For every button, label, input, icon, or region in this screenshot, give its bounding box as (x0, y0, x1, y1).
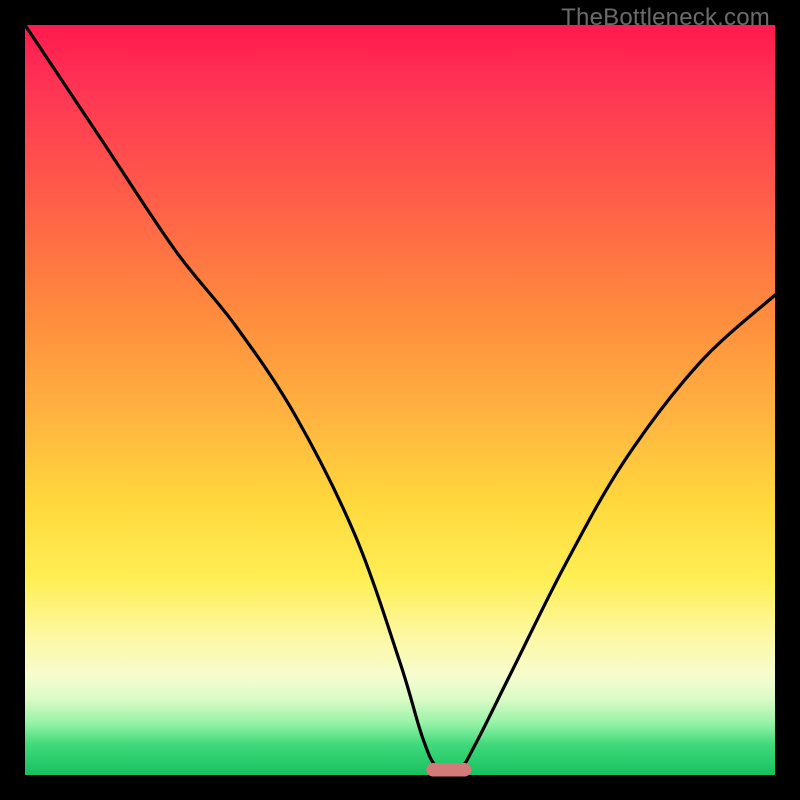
plot-area (25, 25, 775, 775)
watermark-text: TheBottleneck.com (561, 4, 770, 32)
bottleneck-curve-path (25, 25, 775, 771)
optimal-marker (426, 763, 471, 777)
chart-frame: TheBottleneck.com (0, 0, 800, 800)
bottleneck-curve-svg (25, 25, 775, 775)
